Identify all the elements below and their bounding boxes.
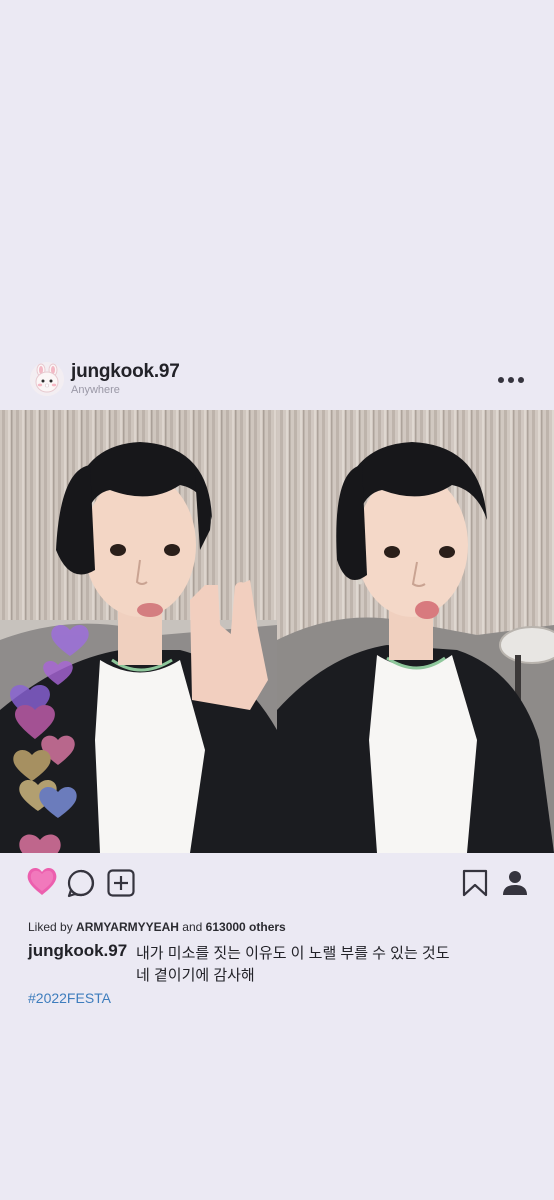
comment-icon	[67, 869, 95, 898]
post-photo-area[interactable]	[0, 410, 554, 853]
comment-button[interactable]	[66, 868, 96, 898]
selfie-pout-image	[277, 410, 554, 853]
save-button[interactable]	[460, 868, 490, 898]
add-button[interactable]	[106, 868, 136, 898]
likes-count[interactable]: 613000 others	[206, 920, 286, 934]
avatar[interactable]	[30, 362, 64, 396]
bunny-avatar-icon	[30, 362, 64, 396]
caption-text-line-1: 내가 미소를 짓는 이유도 이 노랠 부를 수 있는 것도	[136, 945, 450, 962]
likes-conjunction: and	[182, 920, 203, 934]
caption-text-line-2: 네 곁이기에 감사해	[136, 967, 255, 984]
user-icon	[503, 871, 527, 895]
likes-user[interactable]: ARMYARMYYEAH	[76, 920, 179, 934]
post-username[interactable]: jungkook.97	[71, 361, 180, 383]
more-button[interactable]	[494, 370, 530, 390]
post-photo-right[interactable]	[277, 410, 554, 853]
profile-button[interactable]	[500, 868, 530, 898]
hashtag-link[interactable]: #2022FESTA	[28, 990, 111, 1006]
more-horizontal-icon	[498, 377, 524, 383]
caption-username[interactable]: jungkook.97	[28, 941, 127, 961]
floating-hearts	[10, 624, 89, 853]
post-header: jungkook.97 Anywhere	[0, 358, 554, 404]
like-button[interactable]	[22, 860, 62, 900]
likes-prefix: Liked by	[28, 920, 73, 934]
post-location[interactable]: Anywhere	[71, 384, 120, 396]
likes-summary[interactable]: Liked by ARMYARMYYEAH and 613000 others	[28, 920, 286, 934]
heart-icon	[27, 868, 57, 895]
bookmark-icon	[462, 869, 488, 897]
plus-square-icon	[107, 869, 135, 897]
post-photo-left[interactable]	[0, 410, 277, 853]
post-action-bar	[0, 860, 554, 904]
